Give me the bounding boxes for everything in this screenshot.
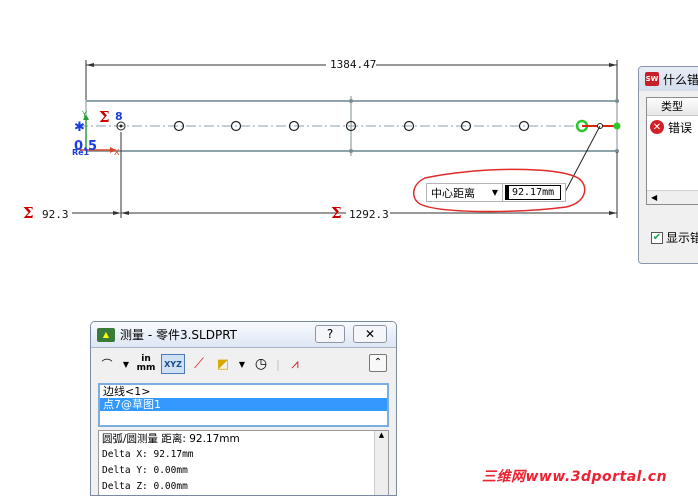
collapse-button[interactable]: ⌃ [369,354,387,372]
measure-title: 测量 - 零件3.SLDPRT [120,328,237,342]
measure-toolbar: ⌒ ▼ in mm XYZ ⟋ ◩ ▼ ◷ | ⩘ ⌃ [97,352,387,376]
solidworks-logo-icon: SW [645,72,659,86]
chevron-down-icon[interactable]: ▼ [121,354,131,374]
selection-list[interactable]: 边线<1> 点7@草图1 [98,383,389,427]
error-type-label: 错误 [668,120,693,135]
xyz-dxdydz-button[interactable]: XYZ [161,354,185,374]
axis-sub: Re1 [72,148,90,157]
measure-icon: ▲ [97,327,115,342]
results-panel: 圆弧/圆测量 距离: 92.17mm Delta X: 92.17mm Delt… [98,430,389,495]
sigma-symbol: Σ [99,108,110,126]
point-to-point-icon[interactable]: ⟋ [189,354,209,374]
column-header-type[interactable]: 类型 [647,98,698,116]
left-dimension[interactable]: 92.3 [42,208,69,221]
svg-text:Y: Y [81,110,87,119]
right-dimension[interactable]: 1292.3 [349,208,389,221]
list-item[interactable]: 边线<1> [100,385,387,398]
units-button[interactable]: in mm [135,354,157,374]
show-errors-option[interactable]: ✔ 显示错 [651,229,698,246]
chevron-down-icon[interactable]: ▼ [237,354,247,374]
svg-text:X: X [114,148,120,157]
error-list[interactable]: 类型 ✕ 错误 ◀ [646,97,698,205]
arc-circle-options-icon[interactable]: ⌒ [97,354,117,374]
svg-text:8: 8 [115,110,123,123]
result-line: Delta X: 92.17mm [102,449,194,460]
chevron-down-icon: ▼ [491,188,498,197]
svg-text:✱: ✱ [74,120,85,135]
vertical-scrollbar[interactable]: ▲ [374,431,388,495]
show-errors-label: 显示错 [666,231,698,245]
measure-titlebar[interactable]: ▲ 测量 - 零件3.SLDPRT [91,322,396,348]
sensor-icon[interactable]: ⩘ [285,354,305,374]
horizontal-scrollbar[interactable]: ◀ [647,190,698,204]
measure-dialog: ▲ 测量 - 零件3.SLDPRT ? ✕ ⌒ ▼ in mm XYZ ⟋ ◩ … [90,321,397,496]
result-line: Delta Y: 0.00mm [102,465,188,476]
list-item[interactable]: ✕ 错误 [647,118,698,136]
error-dialog-titlebar[interactable]: SW 什么错 [639,67,698,91]
projection-icon[interactable]: ◩ [213,354,233,374]
history-icon[interactable]: ◷ [251,354,271,374]
error-icon: ✕ [650,120,664,134]
result-line: Delta Z: 0.00mm [102,481,188,492]
result-line: 圆弧/圆测量 距离: 92.17mm [102,433,240,445]
help-button[interactable]: ? [315,325,345,343]
center-distance-box: 中心距离 ▼ 92.17mm [426,183,566,202]
watermark: 三维网www.3dportal.cn [482,469,668,485]
selected-point[interactable] [613,122,621,130]
distance-mode-label: 中心距离 [431,186,475,200]
distance-mode-dropdown[interactable]: 中心距离 ▼ [427,184,503,201]
toolbar-divider: | [276,357,280,371]
overall-dimension[interactable]: 1384.47 [330,58,376,71]
sigma-right: Σ [331,204,342,222]
error-dialog: SW 什么错 类型 ✕ 错误 ◀ ✔ 显示错 [638,66,698,264]
list-item[interactable]: 点7@草图1 [100,398,387,411]
error-dialog-title: 什么错 [663,72,698,87]
close-button[interactable]: ✕ [353,325,387,343]
show-errors-checkbox[interactable]: ✔ [651,231,663,244]
distance-value-field[interactable]: 92.17mm [505,185,561,200]
sigma-left: Σ [23,204,34,222]
